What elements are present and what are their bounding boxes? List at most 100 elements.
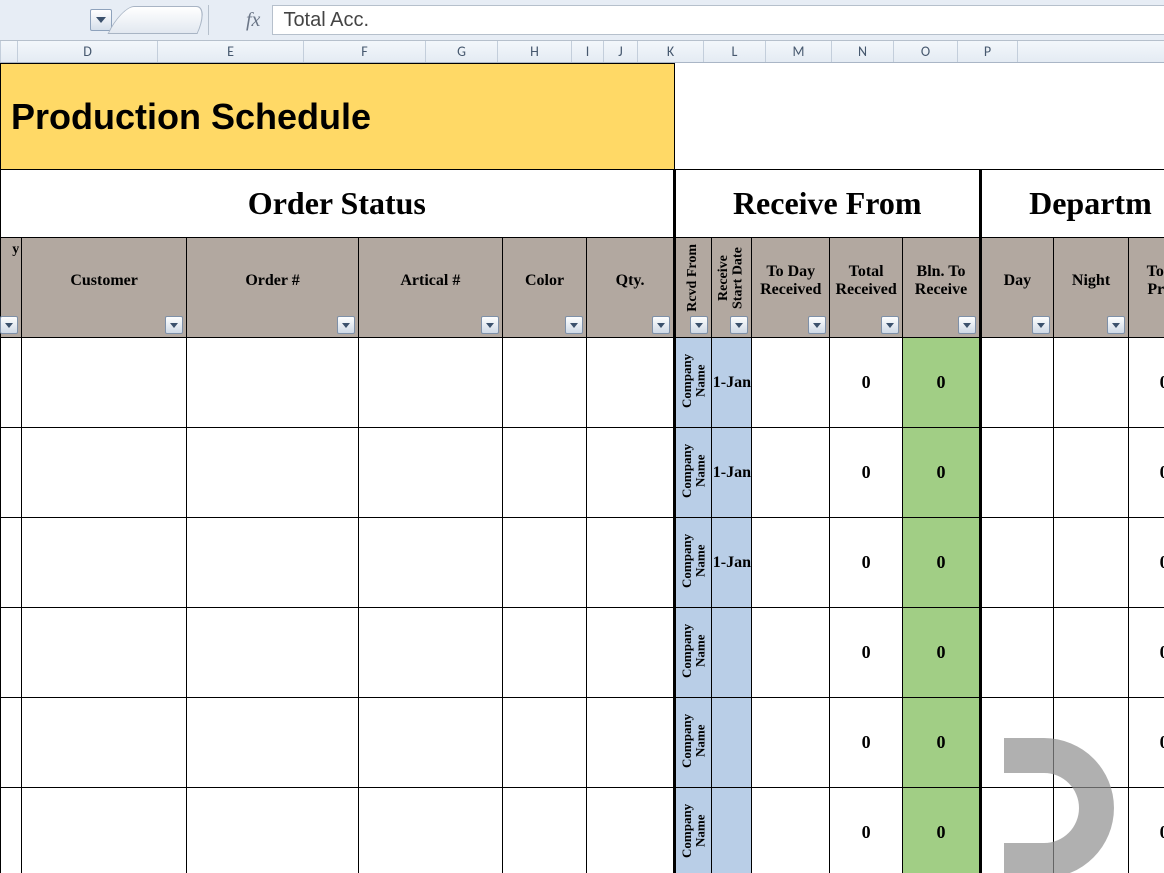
hdr-artical[interactable]: Artical #	[359, 238, 503, 338]
cell[interactable]	[1, 788, 22, 873]
filter-icon[interactable]	[652, 316, 670, 334]
cell-artical[interactable]	[359, 608, 503, 698]
cell-total-prod[interactable]: 0	[1129, 608, 1164, 698]
hdr-total-prod[interactable]: Total Prod	[1129, 238, 1164, 338]
filter-icon[interactable]	[690, 316, 708, 334]
cell[interactable]	[1, 608, 22, 698]
col-header[interactable]: D	[18, 41, 158, 62]
col-header[interactable]: J	[604, 41, 638, 62]
cell-artical[interactable]	[359, 428, 503, 518]
cell-day[interactable]	[980, 698, 1053, 788]
cell-qty[interactable]	[587, 338, 674, 428]
cell-rcv-start-date[interactable]	[712, 608, 752, 698]
cell-total-prod[interactable]: 0	[1129, 338, 1164, 428]
cell-night[interactable]	[1053, 428, 1128, 518]
cell-rcvd-from[interactable]: Company Name	[674, 518, 712, 608]
cell-night[interactable]	[1053, 788, 1128, 873]
cell-day[interactable]	[980, 518, 1053, 608]
col-header[interactable]: P	[958, 41, 1018, 62]
cell-rcv-start-date[interactable]	[712, 698, 752, 788]
cell-color[interactable]	[502, 788, 587, 873]
cell-total-prod[interactable]: 0	[1129, 518, 1164, 608]
cell-day[interactable]	[980, 788, 1053, 873]
cell-customer[interactable]	[22, 428, 187, 518]
cell-night[interactable]	[1053, 338, 1128, 428]
cell-qty[interactable]	[587, 698, 674, 788]
hdr-total-received[interactable]: Total Received	[830, 238, 903, 338]
filter-icon[interactable]	[730, 316, 748, 334]
col-header[interactable]: L	[704, 41, 766, 62]
group-order-status[interactable]: Order Status	[1, 170, 675, 238]
hdr-bln-to-receive[interactable]: Bln. To Receive	[903, 238, 981, 338]
cell-total-received[interactable]: 0	[830, 698, 903, 788]
cell-today-received[interactable]	[752, 428, 830, 518]
cell-artical[interactable]	[359, 518, 503, 608]
filter-icon[interactable]	[165, 316, 183, 334]
cell-bln-to-receive[interactable]: 0	[903, 788, 981, 873]
cell-qty[interactable]	[587, 788, 674, 873]
cell-total-prod[interactable]: 0	[1129, 698, 1164, 788]
cell-total-prod[interactable]: 0	[1129, 788, 1164, 873]
title-cell[interactable]: Production Schedule	[1, 64, 675, 170]
cell-today-received[interactable]	[752, 338, 830, 428]
cell-order[interactable]	[187, 518, 359, 608]
cell-color[interactable]	[502, 518, 587, 608]
hdr-stub[interactable]: y	[1, 238, 22, 338]
cell-order[interactable]	[187, 608, 359, 698]
cell-order[interactable]	[187, 698, 359, 788]
cell-artical[interactable]	[359, 698, 503, 788]
group-department[interactable]: Departm	[980, 170, 1164, 238]
cell-today-received[interactable]	[752, 608, 830, 698]
cell-today-received[interactable]	[752, 788, 830, 873]
cell-today-received[interactable]	[752, 698, 830, 788]
cell-qty[interactable]	[587, 428, 674, 518]
cell-customer[interactable]	[22, 698, 187, 788]
filter-icon[interactable]	[0, 316, 18, 334]
hdr-color[interactable]: Color	[502, 238, 587, 338]
col-header[interactable]: G	[426, 41, 498, 62]
filter-icon[interactable]	[808, 316, 826, 334]
cell-rcvd-from[interactable]: Company Name	[674, 338, 712, 428]
cell-rcvd-from[interactable]: Company Name	[674, 428, 712, 518]
cell-total-received[interactable]: 0	[830, 428, 903, 518]
cell-customer[interactable]	[22, 608, 187, 698]
cell-day[interactable]	[980, 608, 1053, 698]
filter-icon[interactable]	[481, 316, 499, 334]
col-header[interactable]: M	[766, 41, 832, 62]
filter-icon[interactable]	[565, 316, 583, 334]
cell-total-received[interactable]: 0	[830, 788, 903, 873]
col-header[interactable]: F	[304, 41, 426, 62]
cell-bln-to-receive[interactable]: 0	[903, 608, 981, 698]
cell[interactable]	[1, 428, 22, 518]
name-box-dropdown[interactable]	[90, 9, 112, 31]
hdr-rcvd-from[interactable]: Rcvd From	[674, 238, 712, 338]
cell-day[interactable]	[980, 428, 1053, 518]
cell-bln-to-receive[interactable]: 0	[903, 698, 981, 788]
cell-customer[interactable]	[22, 788, 187, 873]
cell-order[interactable]	[187, 338, 359, 428]
cell-customer[interactable]	[22, 338, 187, 428]
cell-bln-to-receive[interactable]: 0	[903, 338, 981, 428]
cell-color[interactable]	[502, 338, 587, 428]
cell-total-prod[interactable]: 0	[1129, 428, 1164, 518]
cell[interactable]	[1, 518, 22, 608]
cell-rcv-start-date[interactable]: 1-Jan	[712, 338, 752, 428]
filter-icon[interactable]	[881, 316, 899, 334]
hdr-night[interactable]: Night	[1053, 238, 1128, 338]
hdr-day[interactable]: Day	[980, 238, 1053, 338]
cell-total-received[interactable]: 0	[830, 608, 903, 698]
col-header[interactable]: E	[158, 41, 304, 62]
cell-customer[interactable]	[22, 518, 187, 608]
col-header-stub[interactable]	[0, 41, 18, 62]
cell-today-received[interactable]	[752, 518, 830, 608]
formula-input[interactable]	[272, 5, 1164, 35]
hdr-order[interactable]: Order #	[187, 238, 359, 338]
cell-total-received[interactable]: 0	[830, 338, 903, 428]
cell-order[interactable]	[187, 788, 359, 873]
group-receive-from[interactable]: Receive From	[674, 170, 980, 238]
cell-day[interactable]	[980, 338, 1053, 428]
cell-night[interactable]	[1053, 698, 1128, 788]
cell-rcv-start-date[interactable]: 1-Jan	[712, 518, 752, 608]
cell-qty[interactable]	[587, 518, 674, 608]
cell[interactable]	[1, 698, 22, 788]
